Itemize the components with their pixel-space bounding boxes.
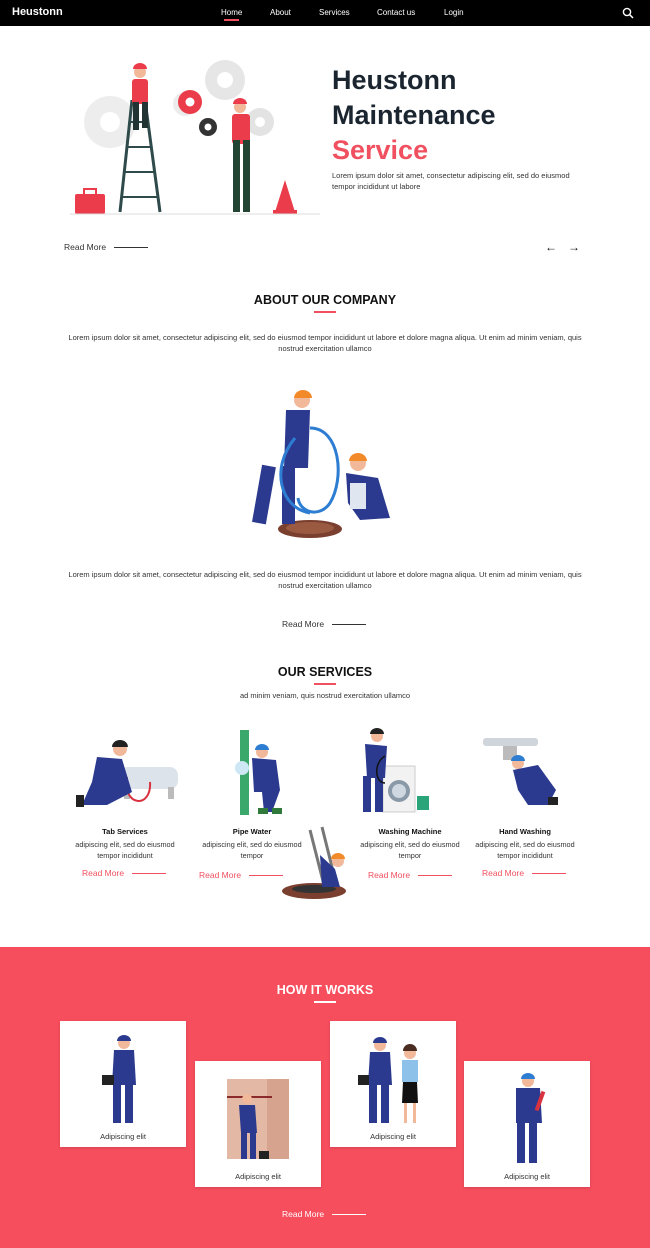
service-name: Washing Machine <box>378 827 442 836</box>
service-description: adipiscing elit, sed do eiusmod tempor <box>360 840 460 860</box>
read-more-label: Read More <box>64 242 107 252</box>
hero-title-line3: Service <box>332 135 429 165</box>
card-caption: Adipiscing elit <box>370 1132 416 1141</box>
service-description: adipiscing elit, sed do eiusmod tempor i… <box>475 840 575 860</box>
how-title: HOW IT WORKS <box>0 983 650 1003</box>
read-more-line <box>132 873 167 875</box>
read-more-line <box>532 873 567 875</box>
services-title: OUR SERVICES <box>0 665 650 685</box>
hero-description: Lorem ipsum dolor sit amet, consectetur … <box>332 171 570 191</box>
manhole-worker-illustration <box>282 826 346 899</box>
read-more-line <box>114 247 149 249</box>
service-read-more-link-1[interactable]: Read More <box>82 868 167 878</box>
hero-title-line2: Maintenance <box>332 100 496 130</box>
hero-illustration <box>70 60 320 215</box>
nav-services[interactable]: Services <box>319 8 350 17</box>
worker-wrench-illustration <box>516 1073 546 1163</box>
read-more-label: Read More <box>282 1209 325 1219</box>
read-more-line <box>418 875 453 877</box>
service-card-washing-machine: Washing Machine adipiscing elit, sed do … <box>355 825 465 861</box>
hand-washing-illustration <box>483 738 558 805</box>
service-card-tab-services: Tab Services adipiscing elit, sed do eiu… <box>70 825 180 861</box>
card-caption: Adipiscing elit <box>504 1172 550 1181</box>
tab-services-illustration <box>76 740 178 807</box>
search-icon[interactable] <box>622 7 634 19</box>
worker-customer-illustration <box>358 1037 418 1123</box>
nav-contact[interactable]: Contact us <box>377 8 415 17</box>
about-paragraph-1: Lorem ipsum dolor sit amet, consectetur … <box>68 333 582 353</box>
about-paragraph-2: Lorem ipsum dolor sit amet, consectetur … <box>68 570 582 590</box>
how-it-works-section: HOW IT WORKS Adipiscing elit Adipiscing … <box>0 947 650 1248</box>
how-card-4[interactable]: Adipiscing elit <box>464 1061 590 1187</box>
service-read-more-link-4[interactable]: Read More <box>482 868 567 878</box>
how-card-2[interactable]: Adipiscing elit <box>195 1061 321 1187</box>
service-read-more-link-3[interactable]: Read More <box>368 870 453 880</box>
brand-logo[interactable]: Heustonn <box>12 6 63 18</box>
nav-login[interactable]: Login <box>444 8 464 17</box>
service-name: Hand Washing <box>499 827 551 836</box>
wall-plumber-illustration <box>227 1079 289 1159</box>
hero-title-line1: Heustonn <box>332 65 457 95</box>
about-illustration <box>252 390 390 538</box>
how-card-1[interactable]: Adipiscing elit <box>60 1021 186 1147</box>
nav-home[interactable]: Home <box>221 8 242 21</box>
read-more-label: Read More <box>482 868 525 878</box>
how-read-more-link[interactable]: Read More <box>282 1209 367 1219</box>
card-caption: Adipiscing elit <box>100 1132 146 1141</box>
about-read-more-link[interactable]: Read More <box>282 619 367 629</box>
service-read-more-link-2[interactable]: Read More <box>199 870 284 880</box>
hero-read-more-link[interactable]: Read More <box>64 242 149 252</box>
read-more-label: Read More <box>82 868 125 878</box>
read-more-line <box>332 1214 367 1216</box>
services-subtitle: ad minim veniam, quis nostrud exercitati… <box>239 691 411 700</box>
read-more-label: Read More <box>282 619 325 629</box>
arrow-right-icon[interactable]: → <box>568 240 580 254</box>
worker-illustration <box>102 1035 136 1123</box>
read-more-line <box>249 875 284 877</box>
about-title: ABOUT OUR COMPANY <box>0 293 650 313</box>
card-caption: Adipiscing elit <box>235 1172 281 1181</box>
read-more-label: Read More <box>199 870 242 880</box>
pipe-water-illustration <box>235 730 282 815</box>
read-more-label: Read More <box>368 870 411 880</box>
top-navbar: Heustonn Home About Services Contact us … <box>0 0 650 26</box>
nav-about[interactable]: About <box>270 8 291 17</box>
hero-title: Heustonn Maintenance Service <box>332 63 496 168</box>
arrow-left-icon[interactable]: ← <box>545 240 557 254</box>
service-name: Tab Services <box>102 827 148 836</box>
how-card-3[interactable]: Adipiscing elit <box>330 1021 456 1147</box>
service-card-hand-washing: Hand Washing adipiscing elit, sed do eiu… <box>470 825 580 861</box>
service-description: adipiscing elit, sed do eiusmod tempor i… <box>75 840 175 860</box>
read-more-line <box>332 624 367 626</box>
washing-machine-illustration <box>363 728 429 813</box>
